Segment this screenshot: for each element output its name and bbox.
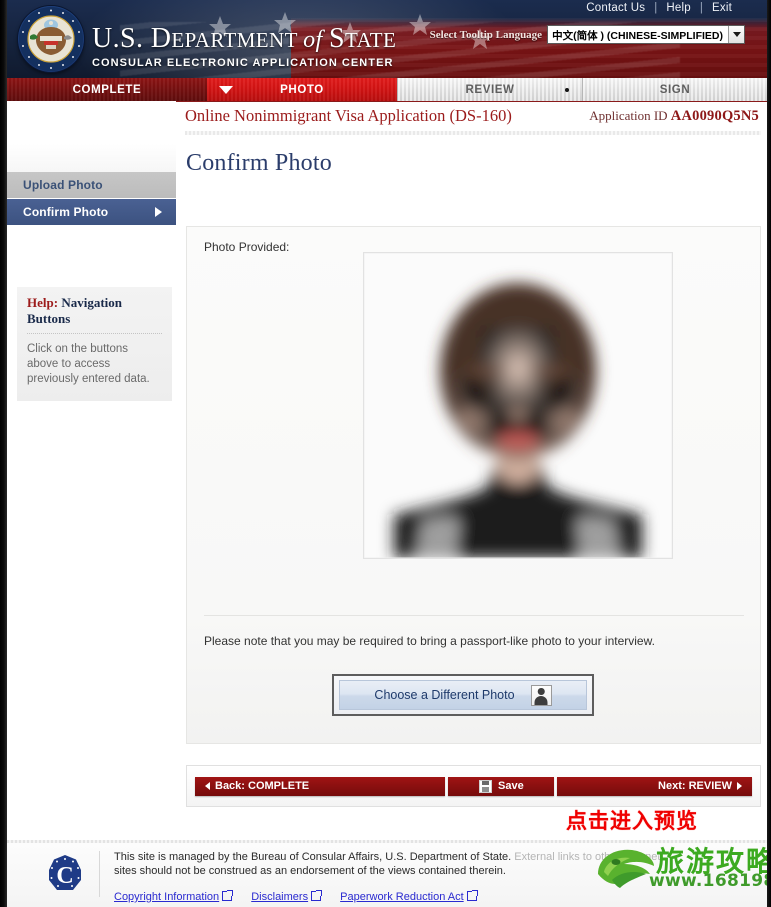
external-link-icon [222,890,234,901]
arrow-right-icon [155,207,162,217]
chevron-down-icon[interactable] [728,26,744,43]
title-tate: TATE [344,28,397,52]
watermark-brand-logo: 旅游攻略 www.1681989.cn [594,838,771,898]
page-edge-right [767,0,771,907]
help-label: Help: [27,295,59,310]
tab-sign-label: SIGN [659,83,691,96]
tooltip-language-label: Select Tooltip Language [429,28,543,41]
copyright-information-link[interactable]: Copyright Information [114,890,234,903]
ceac-ds160-confirm-photo-page: Contact Us | Help | Exit U.S. DEPARTMENT… [0,0,771,907]
panel-divider [204,615,744,616]
footer-line1: This site is managed by the Bureau of Co… [114,851,512,863]
choose-different-photo-button-face[interactable]: Choose a Different Photo [339,680,587,710]
application-title-row: Online Nonimmigrant Visa Application (DS… [185,106,761,130]
sidebar-item-upload-photo[interactable]: Upload Photo [7,172,176,198]
paperwork-reduction-act-label: Paperwork Reduction Act [340,891,464,903]
next-button[interactable]: Next: REVIEW [557,776,752,796]
paperwork-reduction-act-link[interactable]: Paperwork Reduction Act [340,890,478,903]
tab-review[interactable]: REVIEW [397,78,582,101]
disclaimers-label: Disclaimers [251,891,309,903]
choose-different-photo-button[interactable]: Choose a Different Photo [332,674,594,716]
exit-link[interactable]: Exit [703,2,741,14]
site-title-block: U.S. DEPARTMENT of STATE CONSULAR ELECTR… [92,24,396,70]
triangle-right-icon [737,782,742,790]
external-link-icon [466,890,478,901]
back-button-label: Back: COMPLETE [215,780,310,792]
caret-down-icon [219,85,233,94]
left-sidebar: Upload Photo Confirm Photo Help: Navigat… [7,101,176,843]
title-of: of [303,27,329,53]
applicant-photo [364,253,672,558]
footer-links: Copyright Information Disclaimers Paperw… [114,890,493,903]
disclaimers-link[interactable]: Disclaimers [251,890,323,903]
tab-review-label: REVIEW [465,83,515,96]
application-id-label: Application ID [589,108,668,123]
application-id-value: AA0090Q5N5 [670,108,759,124]
footer-vertical-rule [99,851,100,897]
photo-provided-label: Photo Provided: [204,240,290,254]
external-link-icon [311,890,323,901]
application-id: Application ID AA0090Q5N5 [589,108,759,125]
department-of-state-seal-icon [18,6,84,72]
svg-text:C: C [56,863,73,889]
choose-different-photo-label: Choose a Different Photo [374,688,515,702]
help-panel-title: Help: Navigation Buttons [27,295,162,334]
footer-line2: sites should not be construed as an endo… [114,864,506,877]
bottom-navigation-bar: Back: COMPLETE Save Next: REVIEW [186,765,761,807]
photo-note: Please note that you may be required to … [204,634,655,648]
title-d: D [150,23,172,54]
sidebar-item-upload-photo-label: Upload Photo [23,178,103,192]
next-button-label: Next: REVIEW [658,780,732,792]
applicant-photo-image [364,253,672,558]
help-panel-body: Click on the buttons above to access pre… [27,343,150,385]
utility-nav: Contact Us | Help | Exit [577,2,741,14]
watermark-red-text: 点击进入预览 [566,809,698,833]
page-title: Confirm Photo [186,150,332,176]
sidebar-item-confirm-photo-label: Confirm Photo [23,205,109,219]
title-epartment: EPARTMENT [171,28,304,52]
site-banner: Contact Us | Help | Exit U.S. DEPARTMENT… [0,0,771,78]
person-icon [530,684,552,706]
consular-affairs-seal-icon: C [45,854,85,894]
help-link[interactable]: Help [657,2,699,14]
department-title: U.S. DEPARTMENT of STATE [92,24,396,55]
sidebar-item-confirm-photo[interactable]: Confirm Photo [7,199,176,225]
floppy-disk-icon [479,779,493,793]
tab-marker-dot-icon [565,87,569,92]
contact-us-link[interactable]: Contact Us [577,2,654,14]
photo-content-panel: Photo Provided: Please note that you may… [186,226,761,744]
tab-photo[interactable]: PHOTO [207,78,397,101]
tooltip-language-control[interactable]: Select Tooltip Language 中文(简体 ) (CHINESE… [430,25,745,44]
back-button[interactable]: Back: COMPLETE [195,776,446,796]
watermark-brand-url: www.1681989.cn [649,871,771,891]
triangle-left-icon [205,782,210,790]
page-edge-left [0,0,7,907]
form-title: Online Nonimmigrant Visa Application (DS… [185,106,512,125]
tab-photo-label: PHOTO [280,83,324,96]
sidebar-top-spacer [7,101,176,172]
title-underline-divider [185,131,761,135]
title-s: S [328,23,345,54]
copyright-information-label: Copyright Information [114,891,220,903]
tooltip-language-select[interactable]: 中文(简体 ) (CHINESE-SIMPLIFIED) [547,25,745,44]
sidebar-bottom-spacer [7,373,176,843]
save-button[interactable]: Save [448,776,555,796]
tab-complete-label: COMPLETE [72,83,142,96]
ceac-subtitle: CONSULAR ELECTRONIC APPLICATION CENTER [92,57,394,69]
title-us: U.S. [92,23,151,54]
tooltip-language-value: 中文(简体 ) (CHINESE-SIMPLIFIED) [552,29,723,42]
progress-tab-bar: COMPLETE PHOTO REVIEW SIGN [7,78,767,102]
tab-sign[interactable]: SIGN [582,78,767,101]
save-button-label: Save [498,780,524,792]
tab-complete[interactable]: COMPLETE [7,78,207,101]
help-panel: Help: Navigation Buttons Click on the bu… [17,287,172,401]
